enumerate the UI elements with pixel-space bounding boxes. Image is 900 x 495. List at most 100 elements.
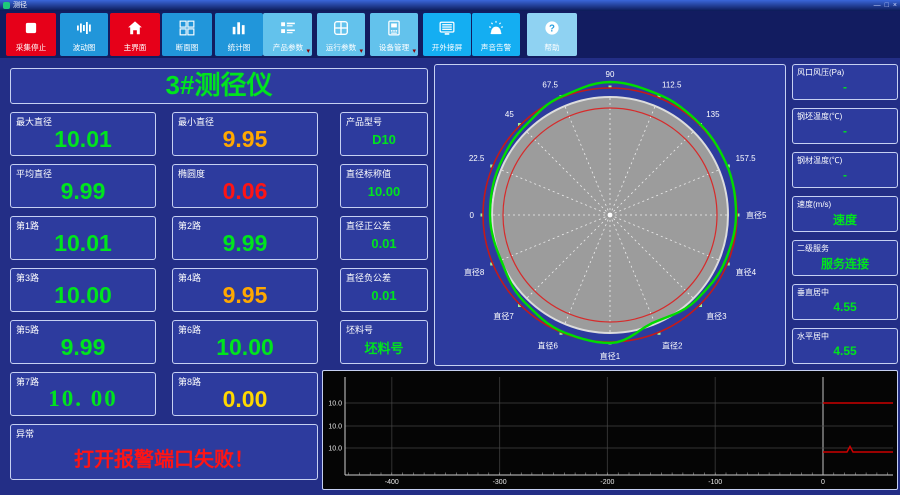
spoke-label: 67.5 <box>542 80 558 89</box>
toolbar-button-section[interactable]: 断面图 <box>162 13 212 56</box>
window-controls: — □ × <box>874 2 897 10</box>
spoke-label: 112.5 <box>662 80 682 89</box>
polar-center-hub <box>607 212 613 218</box>
toolbar: 采集停止 波动图 主界面 断面图 统计图 产品参数 ▾ 运行参数 ▾ 设备管理 ▾ 开外接屏 声音告警?… <box>0 11 900 58</box>
metric-value: 10.00 <box>54 281 112 308</box>
toolbar-button-home[interactable]: 主界面 <box>110 13 160 56</box>
spoke-label: 157.5 <box>736 154 757 163</box>
gauge-title: 3#测径仪 <box>10 68 428 104</box>
toolbar-button-label: 波动图 <box>72 43 96 52</box>
toolbar-button-label: 设备管理 <box>378 43 410 52</box>
metric-value: 9.99 <box>60 333 106 360</box>
spoke-label: 直径7 <box>493 311 514 321</box>
spoke-label: 直径6 <box>538 341 559 351</box>
spoke-label: 0 <box>470 211 475 220</box>
x-axis-label: -300 <box>493 479 507 486</box>
metric-value: 0.01 <box>371 287 397 303</box>
minimize-button[interactable]: — <box>874 2 881 10</box>
metric-value: 0.06 <box>222 177 268 204</box>
status-box-7: 水平居中 4.55 <box>792 328 898 364</box>
device-icon <box>370 13 418 43</box>
status-value: - <box>843 124 847 138</box>
status-value: - <box>843 80 847 94</box>
trend-chart: 10.0 10.0 10.0 -400 -300 -200 -100 0 <box>328 377 893 486</box>
metric-value: 10.01 <box>54 229 112 256</box>
grid-icon <box>317 13 365 43</box>
toolbar-button-label: 主界面 <box>123 43 147 52</box>
close-button[interactable]: × <box>893 2 897 10</box>
status-value: 服务连接 <box>820 256 869 271</box>
bar-chart-icon <box>232 22 245 35</box>
status-box-1: 风口风压(Pa) - <box>792 64 898 100</box>
metric-value: 9.95 <box>222 125 268 152</box>
metric-value: 9.99 <box>222 229 268 256</box>
list-icon <box>263 13 312 43</box>
status-box-4: 速度(m/s) 速度 <box>792 196 898 232</box>
toolbar-button-label: 帮助 <box>544 43 560 52</box>
spoke-label: 90 <box>606 70 615 79</box>
metric-cell-r3c3: 直径正公差 0.01 <box>340 216 428 260</box>
metric-value: 0.01 <box>371 235 397 251</box>
trace-line-spike <box>823 444 893 453</box>
cross-section-panel: 直径5 157.5 135 112.5 90 67.5 45 22.5 0 直径8 直径7 直径6 直径… <box>434 64 786 366</box>
alarm-cell: 异常 打开报警端口失败！ <box>10 424 318 480</box>
spoke-label: 直径8 <box>464 267 485 277</box>
stop-icon <box>25 22 37 34</box>
metric-cell-r5c2: 第6路 10.00 <box>172 320 318 364</box>
metric-cell-r1c1: 最大直径 10.01 <box>10 112 156 156</box>
x-axis-label: 0 <box>821 479 825 486</box>
help-icon: ? <box>527 13 577 43</box>
metric-value: 0.00 <box>222 385 268 412</box>
status-value: 4.55 <box>833 344 857 358</box>
help-icon: ? <box>545 21 559 35</box>
toolbar-button-label: 统计图 <box>227 43 251 52</box>
status-column: 风口风压(Pa) - 钢坯温度(℃) - 钢材温度(℃) - 速度(m/s) 速度 二级服务 服务… <box>792 64 898 366</box>
spoke-label: 135 <box>706 110 720 119</box>
toolbar-button-label: 断面图 <box>175 43 199 52</box>
x-axis-label: -200 <box>600 479 614 486</box>
cross-section-chart: 直径5 157.5 135 112.5 90 67.5 45 22.5 0 直径8 直径7 直径6 直径… <box>464 70 767 361</box>
maximize-button[interactable]: □ <box>885 2 889 10</box>
toolbar-button-label: 开外接屏 <box>431 43 463 52</box>
stats-icon <box>215 13 263 43</box>
siren-icon <box>488 20 504 35</box>
toolbar-button-grid[interactable]: 运行参数 ▾ <box>317 13 365 56</box>
toolbar-button-device[interactable]: 设备管理 ▾ <box>370 13 418 56</box>
status-box-2: 钢坯温度(℃) - <box>792 108 898 144</box>
metric-cell-r3c1: 第1路 10.01 <box>10 216 156 260</box>
metric-cell-r5c1: 第5路 9.99 <box>10 320 156 364</box>
x-axis-label: -100 <box>708 479 722 486</box>
status-value: 速度 <box>832 212 857 227</box>
spoke-label: 22.5 <box>469 154 485 163</box>
toolbar-button-label: 声音告警 <box>480 43 512 52</box>
alarm-message: 打开报警端口失败！ <box>74 448 254 471</box>
metric-cell-r2c3: 直径标称值 10.00 <box>340 164 428 208</box>
external-screen-icon <box>439 21 455 35</box>
spoke-label: 直径2 <box>662 341 683 351</box>
spoke-label: 直径5 <box>746 210 767 220</box>
toolbar-button-help[interactable]: ? 帮助 <box>527 13 577 56</box>
y-axis-label: 10.0 <box>328 446 342 453</box>
alarm-icon <box>472 13 520 43</box>
metric-value: 9.95 <box>222 281 268 308</box>
toolbar-button-alarm[interactable]: 声音告警 <box>472 13 520 56</box>
toolbar-button-stats[interactable]: 统计图 <box>215 13 263 56</box>
toolbar-button-stop[interactable]: 采集停止 <box>6 13 56 56</box>
toolbar-button-label: 采集停止 <box>15 43 47 52</box>
status-box-6: 垂直居中 4.55 <box>792 284 898 320</box>
metric-cell-r6c2: 第8路 0.00 <box>172 372 318 416</box>
toolbar-button-monitor[interactable]: 开外接屏 <box>423 13 471 56</box>
toolbar-button-wave[interactable]: 波动图 <box>60 13 108 56</box>
metric-cell-r3c2: 第2路 9.99 <box>172 216 318 260</box>
toolbar-button-list[interactable]: 产品参数 ▾ <box>263 13 312 56</box>
spoke-label: 直径4 <box>736 267 757 277</box>
waveform-icon <box>77 22 91 34</box>
status-box-5: 二级服务 服务连接 <box>792 240 898 276</box>
x-axis-label: -400 <box>385 479 399 486</box>
run-params-icon <box>334 21 348 35</box>
window-title: 测径 <box>13 1 27 9</box>
y-axis-label: 10.0 <box>328 424 342 431</box>
metric-value: 10.00 <box>367 183 401 199</box>
dropdown-caret-icon: ▾ <box>359 48 363 55</box>
spoke-label: 直径3 <box>706 311 727 321</box>
